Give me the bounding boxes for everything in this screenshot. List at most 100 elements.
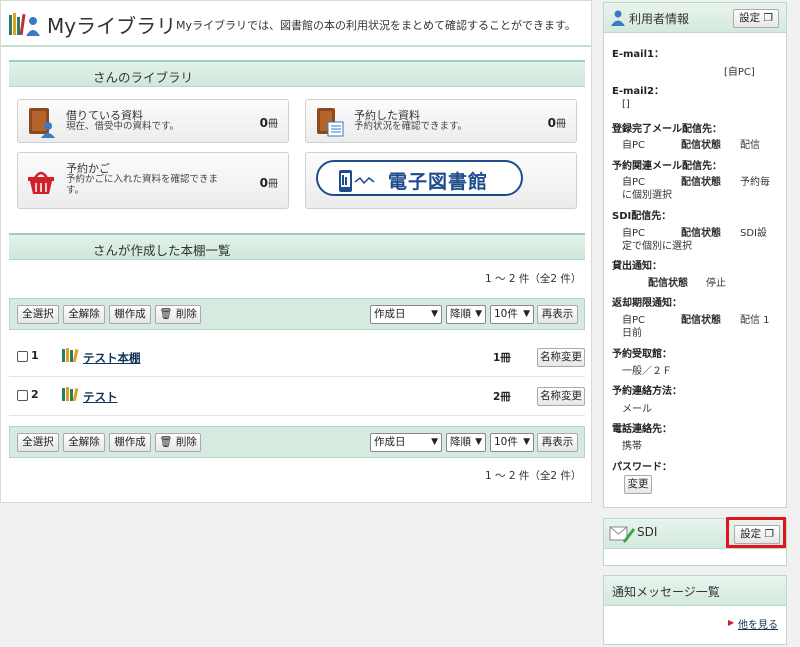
row-number: 1: [31, 349, 39, 362]
shelf-section-header: さんが作成した本棚一覧: [9, 233, 585, 260]
card-count: 0冊: [547, 116, 566, 130]
trash-icon: 🗑: [159, 436, 173, 448]
card-subtitle: 予約状況を確認できます。: [354, 121, 468, 132]
card-count: 0冊: [259, 176, 278, 190]
card-reserved[interactable]: 予約した資料 予約状況を確認できます。 0冊: [305, 99, 577, 143]
sdi-status-cont: 定で個別に選択: [622, 241, 692, 252]
library-section-title: さんのライブラリ: [93, 70, 194, 85]
card-basket[interactable]: 予約かご 予約かごに入れた資料を確認できます。 0冊: [17, 152, 289, 209]
shelf-name-link[interactable]: テスト: [83, 389, 118, 405]
shelf-count: 2冊: [493, 391, 511, 403]
res-mail-label: 予約関連メール配信先：: [612, 161, 722, 172]
sort-field-select[interactable]: 作成日 ▼: [370, 305, 442, 324]
reg-mail-status: 配信: [740, 140, 760, 151]
bookshelf-icon: [62, 348, 79, 362]
ebook-library-label: 電子図書館: [388, 171, 489, 193]
user-icon: [611, 10, 625, 26]
reg-mail-label: 登録完了メール配信先：: [612, 124, 722, 135]
pager-info-bottom: 1 ～ 2 件（全2 件）: [485, 470, 582, 482]
sort-order-select[interactable]: 降順 ▼: [446, 433, 486, 452]
pickup-label: 予約受取館：: [612, 349, 672, 360]
rename-button[interactable]: 名称変更: [537, 387, 585, 406]
create-shelf-button[interactable]: 棚作成: [109, 433, 151, 452]
basket-icon: [28, 171, 54, 194]
notice-header: 通知メッセージ一覧: [604, 576, 786, 606]
sdi-dest-label: SDI配信先：: [612, 211, 672, 222]
select-all-button[interactable]: 全選択: [17, 433, 59, 452]
res-mail-status: 予約毎: [740, 177, 770, 188]
res-mail-status-label: 配信状態: [681, 177, 721, 188]
bookshelf-icon: [62, 387, 79, 401]
chevron-down-icon: ▼: [475, 309, 482, 319]
email2-label: E-mail2：: [612, 86, 664, 97]
page-header: Myライブラリ Myライブラリでは、図書館の本の利用状況をまとめて確認することが…: [1, 1, 591, 47]
notice-more-link[interactable]: 他を見る: [738, 616, 778, 631]
book-list-icon: [317, 108, 344, 137]
phone-contact-value: 携帯: [622, 441, 642, 452]
sort-order-select[interactable]: 降順 ▼: [446, 305, 486, 324]
create-shelf-button[interactable]: 棚作成: [109, 305, 151, 324]
table-row: 2 テスト 2冊 名称変更: [9, 378, 585, 416]
loan-notice-label: 貸出通知：: [612, 261, 662, 272]
reg-mail-dest: 自PC: [622, 140, 646, 151]
delete-button[interactable]: 🗑 削除: [155, 433, 201, 452]
due-status-cont: 日前: [622, 328, 642, 339]
window-icon: ❐: [763, 12, 773, 24]
card-subtitle: 予約かごに入れた資料を確認できます。: [66, 174, 219, 196]
mail-pen-icon: [609, 526, 635, 543]
sort-field-select[interactable]: 作成日 ▼: [370, 433, 442, 452]
chevron-down-icon: ▼: [523, 309, 530, 319]
row-number: 2: [31, 388, 39, 401]
page-title: Myライブラリ: [47, 14, 177, 38]
delete-button[interactable]: 🗑 削除: [155, 305, 201, 324]
notice-panel: 通知メッセージ一覧 ▶ 他を見る: [603, 575, 787, 645]
shelf-count: 1冊: [493, 352, 511, 364]
pickup-value: 一般／２Ｆ: [622, 366, 672, 377]
redisplay-button[interactable]: 再表示: [537, 305, 578, 324]
rename-button[interactable]: 名称変更: [537, 348, 585, 367]
notice-title: 通知メッセージ一覧: [612, 585, 720, 599]
chevron-down-icon: ▼: [475, 437, 482, 447]
email2-value: []: [622, 99, 630, 110]
loan-status-label: 配信状態: [648, 278, 688, 289]
phone-contact-label: 電話連絡先：: [612, 424, 672, 435]
chevron-down-icon: ▼: [431, 309, 438, 319]
reg-mail-status-label: 配信状態: [681, 140, 721, 151]
select-all-button[interactable]: 全選択: [17, 305, 59, 324]
ebook-library-banner[interactable]: 電子図書館: [305, 152, 577, 209]
redisplay-button[interactable]: 再表示: [537, 433, 578, 452]
ebook-library-link[interactable]: 電子図書館: [316, 160, 523, 196]
row-checkbox[interactable]: [17, 390, 28, 401]
page-description: Myライブラリでは、図書館の本の利用状況をまとめて確認することができます。: [176, 19, 576, 32]
email1-value: [自PC]: [724, 67, 755, 78]
user-settings-button[interactable]: 設定 ❐: [733, 9, 779, 28]
book-person-icon: [29, 108, 55, 138]
row-checkbox[interactable]: [17, 351, 28, 362]
due-status: 配信 1: [740, 315, 770, 326]
password-label: パスワード：: [612, 462, 672, 473]
shelf-toolbar-top: 全選択 全解除 棚作成 🗑 削除 作成日 ▼ 降順 ▼ 10件 ▼ 再表示: [9, 298, 585, 330]
per-page-select[interactable]: 10件 ▼: [490, 305, 534, 324]
user-info-panel: 利用者情報 設定 ❐ E-mail1： [自PC] E-mail2： [] 登録…: [603, 2, 787, 508]
contact-method-label: 予約連絡方法：: [612, 386, 682, 397]
sdi-status: SDI設: [740, 228, 767, 239]
chevron-down-icon: ▼: [523, 437, 530, 447]
due-status-label: 配信状態: [681, 315, 721, 326]
table-row: 1 テスト本棚 1冊 名称変更: [9, 339, 585, 377]
pager-info-top: 1 ～ 2 件（全2 件）: [485, 273, 582, 285]
card-subtitle: 現在、借受中の資料です。: [66, 121, 180, 132]
shelf-name-link[interactable]: テスト本棚: [83, 350, 141, 366]
user-info-header: 利用者情報 設定 ❐: [604, 3, 786, 33]
change-password-button[interactable]: 変更: [624, 475, 652, 494]
email1-label: E-mail1：: [612, 49, 664, 60]
highlight-box: [726, 517, 786, 548]
card-borrowed[interactable]: 借りている資料 現在、借受中の資料です。 0冊: [17, 99, 289, 143]
trash-icon: 🗑: [159, 308, 173, 320]
smartphone-icon: [339, 170, 375, 192]
per-page-select[interactable]: 10件 ▼: [490, 433, 534, 452]
card-count: 0冊: [259, 116, 278, 130]
arrow-right-icon: ▶: [728, 618, 735, 627]
deselect-all-button[interactable]: 全解除: [63, 305, 105, 324]
deselect-all-button[interactable]: 全解除: [63, 433, 105, 452]
shelf-toolbar-bottom: 全選択 全解除 棚作成 🗑 削除 作成日 ▼ 降順 ▼ 10件 ▼ 再表示: [9, 426, 585, 458]
